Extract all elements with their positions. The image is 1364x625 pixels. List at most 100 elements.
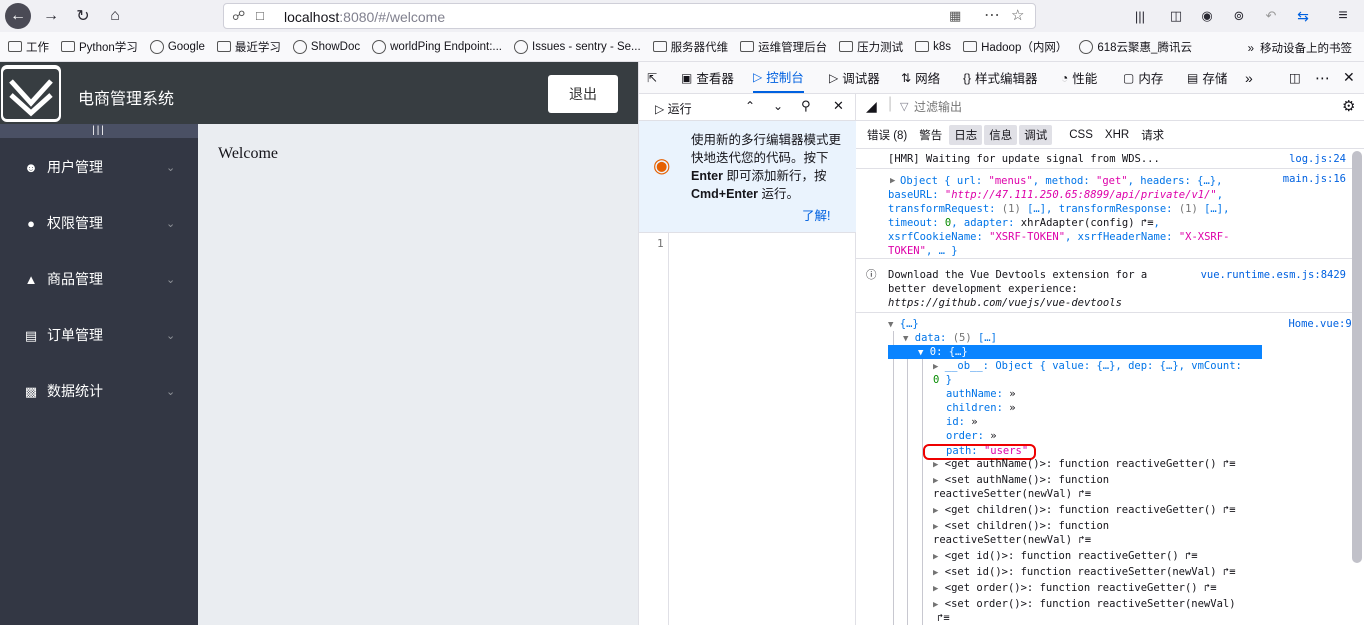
run-button[interactable]: ▷ 运行 — [655, 100, 692, 117]
play-icon: ▷ — [655, 102, 665, 116]
crop-icon[interactable]: ⊚ — [1226, 4, 1252, 28]
cat-xhr[interactable]: XHR — [1100, 127, 1134, 143]
learn-more-link[interactable]: 了解! — [802, 205, 830, 224]
tree-node[interactable]: path: "users" — [946, 444, 1028, 458]
page-icon[interactable]: □ — [256, 8, 264, 23]
url-bar[interactable]: ☍ □ localhost:8080/#/welcome ▦ ⋯ ☆ — [223, 3, 1036, 29]
tab-debugger[interactable]: ▷ 调试器 — [829, 62, 880, 93]
tree-node[interactable]: ▶ <get children()>: function reactiveGet… — [933, 503, 1236, 518]
tree-node[interactable]: ▼ 0: {…} — [918, 345, 968, 360]
cat-requests[interactable]: 请求 — [1136, 125, 1169, 145]
tab-inspector[interactable]: ▣ 查看器 — [681, 62, 734, 93]
cat-css[interactable]: CSS — [1064, 127, 1098, 143]
sidebar-toggle[interactable]: ||| — [0, 124, 198, 138]
expanded-triangle-icon: ▼ — [918, 348, 924, 358]
tree-node[interactable]: ▶ <get id()>: function reactiveGetter() … — [933, 549, 1198, 564]
message-source[interactable]: log.js:24 — [1289, 152, 1346, 166]
picker-icon[interactable]: ⇱ — [647, 62, 657, 93]
bookmark-item[interactable]: 压力测试 — [839, 39, 903, 55]
tab-storage[interactable]: ▤ 存储 — [1187, 62, 1227, 93]
bookmark-item[interactable]: Issues - sentry - Se... — [514, 39, 641, 54]
bookmark-item[interactable]: 618云聚惠_腾讯云 — [1079, 39, 1192, 55]
sidebar-item-users[interactable]: ☻ 用户管理 ⌄ — [0, 139, 198, 195]
sync-icon[interactable]: ⇆ — [1290, 4, 1316, 28]
bookmark-item[interactable]: 运维管理后台 — [740, 39, 827, 55]
close-icon[interactable]: ✕ — [1343, 62, 1355, 93]
cat-logs[interactable]: 日志 — [949, 124, 983, 145]
cat-errors[interactable]: 错误 (8) — [862, 125, 912, 145]
undo-icon[interactable]: ↶ — [1258, 4, 1284, 28]
bookmark-item[interactable]: Python学习 — [61, 39, 138, 55]
chevron-up-icon[interactable]: ⌃ — [745, 99, 755, 113]
tab-style-editor[interactable]: {} 样式编辑器 — [963, 62, 1038, 93]
devtools-link[interactable]: https://github.com/vuejs/vue-devtools — [888, 296, 1122, 310]
reload-icon[interactable]: ↻ — [70, 4, 96, 28]
message-source[interactable]: main.js:16 — [1283, 172, 1346, 186]
bookmark-item[interactable]: worldPing Endpoint:... — [372, 39, 502, 54]
tab-console[interactable]: ▷ 控制台 — [753, 62, 804, 93]
bookmark-item[interactable]: Hadoop（内网） — [963, 39, 1067, 55]
chevron-double-right-icon[interactable]: » — [1245, 62, 1253, 93]
mobile-bookmarks[interactable]: » 移动设备上的书签 — [1248, 40, 1352, 56]
search-icon[interactable]: ⚲ — [801, 98, 811, 114]
dock-icon[interactable]: ◫ — [1289, 62, 1301, 93]
sidebar-item-permissions[interactable]: ● 权限管理 ⌄ — [0, 195, 198, 251]
more-icon[interactable]: ⋯ — [984, 5, 1000, 25]
cat-warnings[interactable]: 警告 — [914, 125, 947, 145]
bookmark-item[interactable]: Google — [149, 39, 205, 54]
message-source[interactable]: vue.runtime.esm.js:8429 — [1201, 268, 1346, 282]
tab-network[interactable]: ⇅ 网络 — [901, 62, 940, 93]
tree-node[interactable]: ▼ {…} — [888, 317, 919, 332]
sidebar-item-goods[interactable]: ▲ 商品管理 ⌄ — [0, 251, 198, 307]
cat-debug[interactable]: 调试 — [1019, 124, 1053, 145]
filter-input[interactable] — [914, 100, 1294, 114]
home-icon[interactable]: ⌂ — [102, 4, 128, 28]
library-icon[interactable]: ||| — [1127, 4, 1153, 28]
chevron-double-right-icon[interactable]: » — [1248, 43, 1254, 55]
forward-arrow-icon[interactable]: → — [38, 4, 64, 28]
bookmark-item[interactable]: k8s — [915, 41, 951, 53]
url-text[interactable]: localhost:8080/#/welcome — [284, 9, 445, 25]
gauge-icon: ◔ — [1061, 70, 1069, 85]
message-source[interactable]: Home.vue:94 — [1288, 318, 1358, 330]
tree-node[interactable]: id: » — [946, 415, 978, 429]
menu-icon[interactable]: ≡ — [1330, 4, 1356, 28]
tree-node[interactable]: ▶ <set id()>: function reactiveSetter(ne… — [933, 565, 1236, 580]
sidebar-icon[interactable]: ◫ — [1163, 4, 1189, 28]
tree-node[interactable]: ▶ __ob__: Object { value: {…}, dep: {…},… — [933, 359, 1242, 374]
star-icon[interactable]: ☆ — [1011, 6, 1024, 24]
more-icon[interactable]: ⋯ — [1315, 62, 1330, 93]
bookmark-item[interactable]: 服务器代维 — [652, 39, 728, 55]
trash-icon[interactable]: ◢ — [866, 98, 877, 115]
gear-icon[interactable]: ⚙ — [1342, 97, 1355, 115]
tree-node[interactable]: ▶ <get authName()>: function reactiveGet… — [933, 457, 1236, 472]
cat-info[interactable]: 信息 — [984, 124, 1018, 145]
bookmark-item[interactable]: ShowDoc — [292, 39, 360, 54]
bookmark-item[interactable]: 工作 — [8, 39, 49, 55]
console-scrollbar[interactable] — [1352, 151, 1362, 563]
sidebar-item-orders[interactable]: ▤ 订单管理 ⌄ — [0, 307, 198, 363]
bookmark-item[interactable]: 最近学习 — [216, 39, 281, 55]
tree-node[interactable]: order: » — [946, 429, 997, 443]
tab-performance[interactable]: ◔ 性能 — [1061, 62, 1097, 93]
chevron-down-icon[interactable]: ⌄ — [773, 99, 783, 113]
object-preview[interactable]: Object { url: "menus", method: "get", he… — [900, 174, 1222, 188]
bookmark-label: 运维管理后台 — [758, 41, 828, 54]
close-icon[interactable]: ✕ — [833, 98, 844, 114]
account-icon[interactable]: ◉ — [1194, 4, 1220, 28]
tree-node[interactable]: ▶ <set order()>: function reactiveSetter… — [933, 597, 1236, 612]
expand-triangle-icon[interactable]: ▶ — [890, 174, 895, 188]
back-arrow-icon[interactable]: ← — [5, 3, 31, 29]
qr-code-icon[interactable]: ▦ — [949, 8, 961, 24]
tree-node[interactable]: children: » — [946, 401, 1016, 415]
sidebar-item-reports[interactable]: ▩ 数据统计 ⌄ — [0, 363, 198, 419]
logout-button[interactable]: 退出 — [548, 75, 618, 113]
shield-icon[interactable]: ☍ — [232, 8, 245, 24]
tab-memory[interactable]: ▢ 内存 — [1123, 62, 1163, 93]
tree-node[interactable]: ▼ data: (5) […] — [903, 331, 997, 346]
line-number: 1 — [657, 237, 664, 250]
tree-node[interactable]: ▶ <get order()>: function reactiveGetter… — [933, 581, 1217, 596]
tree-node[interactable]: authName: » — [946, 387, 1016, 401]
tree-node[interactable]: ▶ <set children()>: function — [933, 519, 1109, 534]
tree-node[interactable]: ▶ <set authName()>: function — [933, 473, 1109, 488]
